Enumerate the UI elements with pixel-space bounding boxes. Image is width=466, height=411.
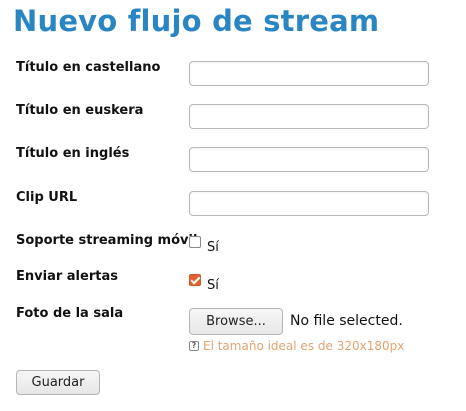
clip-url-label: Clip URL	[16, 190, 78, 205]
titulo-castellano-label: Título en castellano	[16, 60, 161, 75]
foto-sala-label: Foto de la sala	[16, 306, 124, 321]
file-status: No file selected.	[290, 313, 403, 329]
image-size-hint: El tamaño ideal es de 320x180px	[203, 339, 405, 353]
page-title: Nuevo flujo de stream	[13, 4, 380, 38]
clip-url-input[interactable]	[189, 191, 429, 216]
soporte-streaming-option: Sí	[207, 240, 219, 255]
enviar-alertas-label: Enviar alertas	[16, 269, 118, 284]
enviar-alertas-option: Sí	[207, 278, 219, 293]
titulo-euskera-input[interactable]	[189, 104, 429, 129]
titulo-castellano-input[interactable]	[189, 61, 429, 86]
titulo-euskera-label: Título en euskera	[16, 103, 144, 118]
save-button[interactable]: Guardar	[16, 370, 100, 395]
soporte-streaming-checkbox[interactable]	[189, 236, 201, 248]
question-icon: ?	[189, 341, 199, 351]
browse-button[interactable]: Browse...	[189, 308, 283, 335]
titulo-ingles-label: Título en inglés	[16, 146, 130, 161]
titulo-ingles-input[interactable]	[189, 147, 429, 172]
enviar-alertas-checkbox[interactable]	[189, 274, 201, 286]
soporte-streaming-label: Soporte streaming móvil	[16, 233, 198, 248]
